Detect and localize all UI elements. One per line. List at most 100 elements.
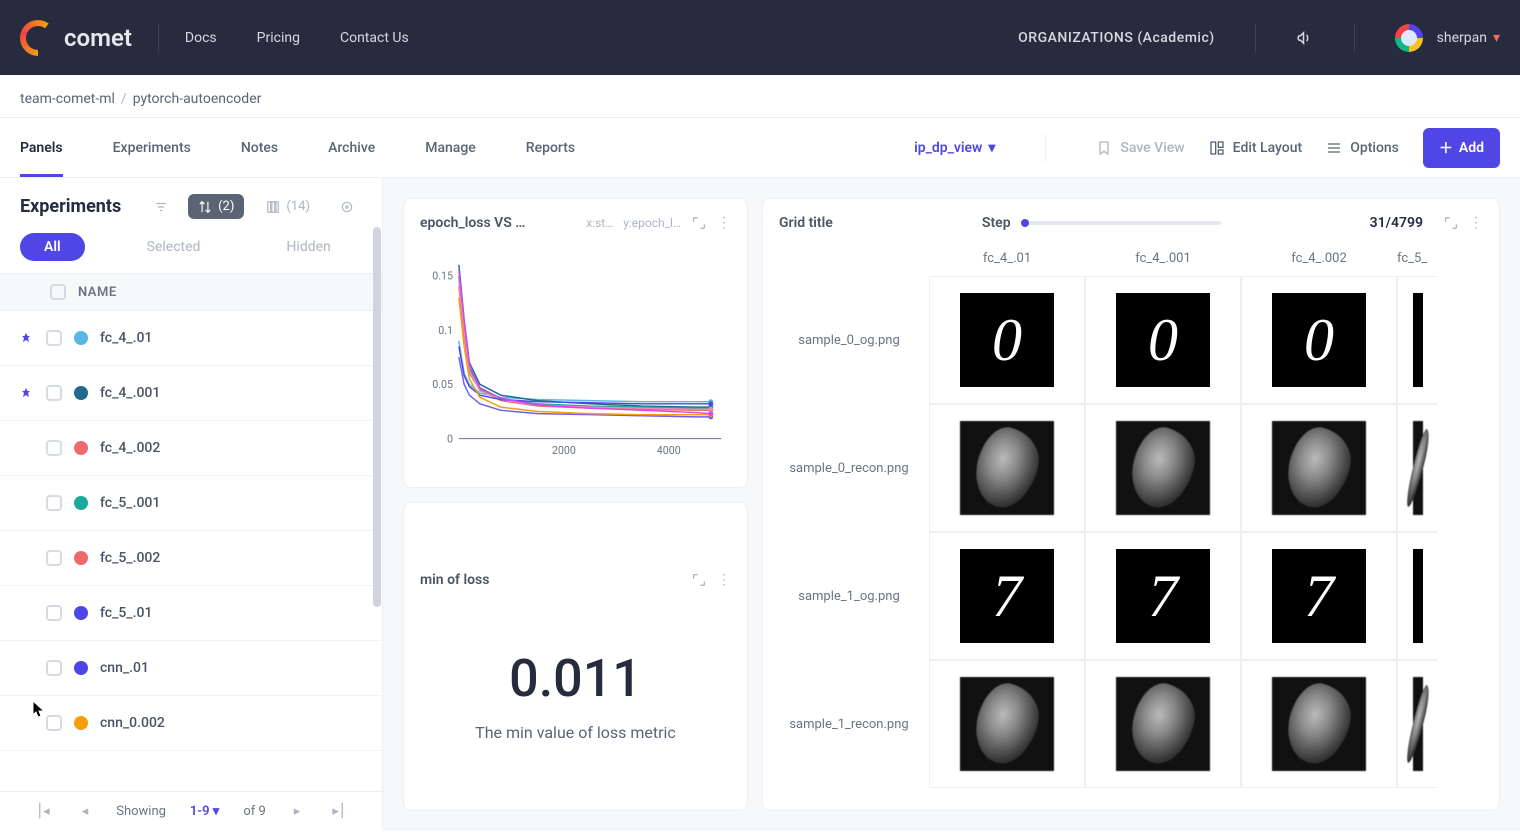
pager: ⎮◂ ◂ Showing 1-9 ▾ of 9 ▸ ▸⎮ — [0, 791, 382, 831]
pager-last-icon[interactable]: ▸⎮ — [328, 804, 349, 819]
sort-chip[interactable]: (2) — [188, 194, 244, 219]
experiment-row[interactable]: fc_5_.01 — [0, 586, 382, 641]
metric-panel-header: min of loss ⋮ — [420, 572, 731, 588]
grid-cell[interactable] — [929, 660, 1085, 788]
tabs-row: Panels Experiments Notes Archive Manage … — [0, 118, 1520, 178]
svg-text:4000: 4000 — [657, 444, 681, 457]
grid-cell[interactable] — [1397, 404, 1437, 532]
sample-thumb: 0 — [960, 293, 1054, 387]
grid-cell[interactable] — [1241, 660, 1397, 788]
chart-panel: epoch_loss VS … x:st… y:epoch_l… ⋮ 00.05… — [403, 198, 748, 488]
megaphone-icon[interactable] — [1296, 29, 1314, 47]
pager-range[interactable]: 1-9 ▾ — [190, 804, 219, 819]
grid-row-header: sample_1_og.png — [779, 589, 929, 604]
metric-subtitle: The min value of loss metric — [475, 723, 676, 742]
more-icon[interactable]: ⋮ — [1469, 215, 1483, 231]
grid-row: sample_0_og.png000 — [779, 276, 1483, 404]
pill-selected[interactable]: Selected — [123, 233, 225, 261]
pager-prev-icon[interactable]: ◂ — [78, 804, 93, 819]
experiment-row[interactable]: fc_4_.001 — [0, 366, 382, 421]
experiment-checkbox[interactable] — [46, 495, 62, 511]
grid-cell[interactable]: 0 — [1241, 276, 1397, 404]
grid-cell[interactable]: 0 — [1085, 276, 1241, 404]
logo[interactable]: comet — [20, 20, 132, 56]
experiment-row[interactable]: cnn_0.002 — [0, 696, 382, 751]
experiment-checkbox[interactable] — [46, 330, 62, 346]
grid-cell[interactable] — [1397, 276, 1437, 404]
expand-icon[interactable] — [1443, 215, 1459, 231]
tab-notes[interactable]: Notes — [241, 118, 278, 177]
crumb-team[interactable]: team-comet-ml — [20, 91, 115, 107]
experiment-row[interactable]: fc_5_.002 — [0, 531, 382, 586]
nav-docs[interactable]: Docs — [185, 30, 217, 46]
scrollbar-thumb[interactable] — [373, 227, 381, 607]
more-icon[interactable]: ⋮ — [717, 215, 731, 231]
experiment-checkbox[interactable] — [46, 385, 62, 401]
pager-first-icon[interactable]: ⎮◂ — [32, 804, 53, 819]
tab-manage[interactable]: Manage — [425, 118, 476, 177]
pager-next-icon[interactable]: ▸ — [290, 804, 305, 819]
tab-panels[interactable]: Panels — [20, 118, 63, 177]
org-dropdown[interactable]: ORGANIZATIONS (Academic) — [1018, 30, 1215, 46]
experiment-checkbox[interactable] — [46, 440, 62, 456]
tab-experiments[interactable]: Experiments — [113, 118, 191, 177]
bookmark-icon — [1096, 140, 1112, 156]
grid-cell[interactable] — [1397, 532, 1437, 660]
experiment-checkbox[interactable] — [46, 660, 62, 676]
crumb-project[interactable]: pytorch-autoencoder — [133, 91, 262, 107]
grid-cell[interactable] — [1241, 404, 1397, 532]
grid-cell[interactable] — [929, 404, 1085, 532]
topbar: comet Docs Pricing Contact Us ORGANIZATI… — [0, 0, 1520, 75]
filter-chip[interactable] — [146, 195, 176, 219]
grid-cell[interactable]: 7 — [1241, 532, 1397, 660]
divider — [158, 24, 159, 52]
grid-cell[interactable] — [1397, 660, 1437, 788]
experiment-row[interactable]: cnn_.01 — [0, 641, 382, 696]
experiment-row[interactable]: fc_4_.002 — [0, 421, 382, 476]
divider — [1354, 24, 1355, 52]
target-chip[interactable] — [332, 195, 362, 219]
grid-cell[interactable]: 7 — [929, 532, 1085, 660]
experiment-row[interactable]: fc_4_.01 — [0, 311, 382, 366]
experiment-checkbox[interactable] — [46, 715, 62, 731]
expand-icon[interactable] — [691, 215, 707, 231]
pill-all[interactable]: All — [20, 233, 85, 261]
checkbox-all[interactable] — [50, 284, 66, 300]
expand-icon[interactable] — [691, 572, 707, 588]
chart-y-label: y:epoch_l… — [623, 216, 681, 230]
metric-title: min of loss — [420, 572, 681, 588]
color-dot — [74, 386, 88, 400]
grid-cell[interactable] — [1085, 660, 1241, 788]
columns-chip[interactable]: (14) — [256, 194, 320, 219]
user-menu[interactable]: sherpan ▾ — [1437, 30, 1500, 46]
sample-thumb: 7 — [960, 549, 1054, 643]
grid-cell[interactable] — [1085, 404, 1241, 532]
nav-pricing[interactable]: Pricing — [257, 30, 300, 46]
plus-icon: ＋ — [1439, 138, 1453, 158]
color-dot — [74, 441, 88, 455]
more-icon[interactable]: ⋮ — [717, 572, 731, 588]
crumb-sep: / — [121, 91, 127, 107]
experiment-row[interactable]: fc_5_.001 — [0, 476, 382, 531]
svg-text:0.1: 0.1 — [438, 324, 453, 337]
edit-layout-button[interactable]: Edit Layout — [1209, 140, 1303, 156]
experiment-checkbox[interactable] — [46, 605, 62, 621]
nav-contact[interactable]: Contact Us — [340, 30, 409, 46]
tab-reports[interactable]: Reports — [526, 118, 575, 177]
grid-cell[interactable]: 0 — [929, 276, 1085, 404]
options-button[interactable]: Options — [1326, 140, 1399, 156]
tab-archive[interactable]: Archive — [328, 118, 375, 177]
pill-hidden[interactable]: Hidden — [262, 233, 354, 261]
grid-row-header: sample_0_og.png — [779, 333, 929, 348]
org-label: ORGANIZATIONS (Academic) — [1018, 30, 1215, 46]
experiment-checkbox[interactable] — [46, 550, 62, 566]
grid-rows: sample_0_og.png000sample_0_recon.pngsamp… — [779, 276, 1483, 788]
view-dropdown[interactable]: ip_dp_view ▾ — [914, 140, 995, 156]
avatar[interactable] — [1395, 24, 1423, 52]
step-slider[interactable] — [1021, 221, 1221, 225]
add-button[interactable]: ＋ Add — [1423, 128, 1500, 168]
grid-cell[interactable]: 7 — [1085, 532, 1241, 660]
add-label: Add — [1459, 140, 1484, 156]
sample-thumb: 7 — [1272, 549, 1366, 643]
save-view-button[interactable]: Save View — [1096, 140, 1184, 156]
